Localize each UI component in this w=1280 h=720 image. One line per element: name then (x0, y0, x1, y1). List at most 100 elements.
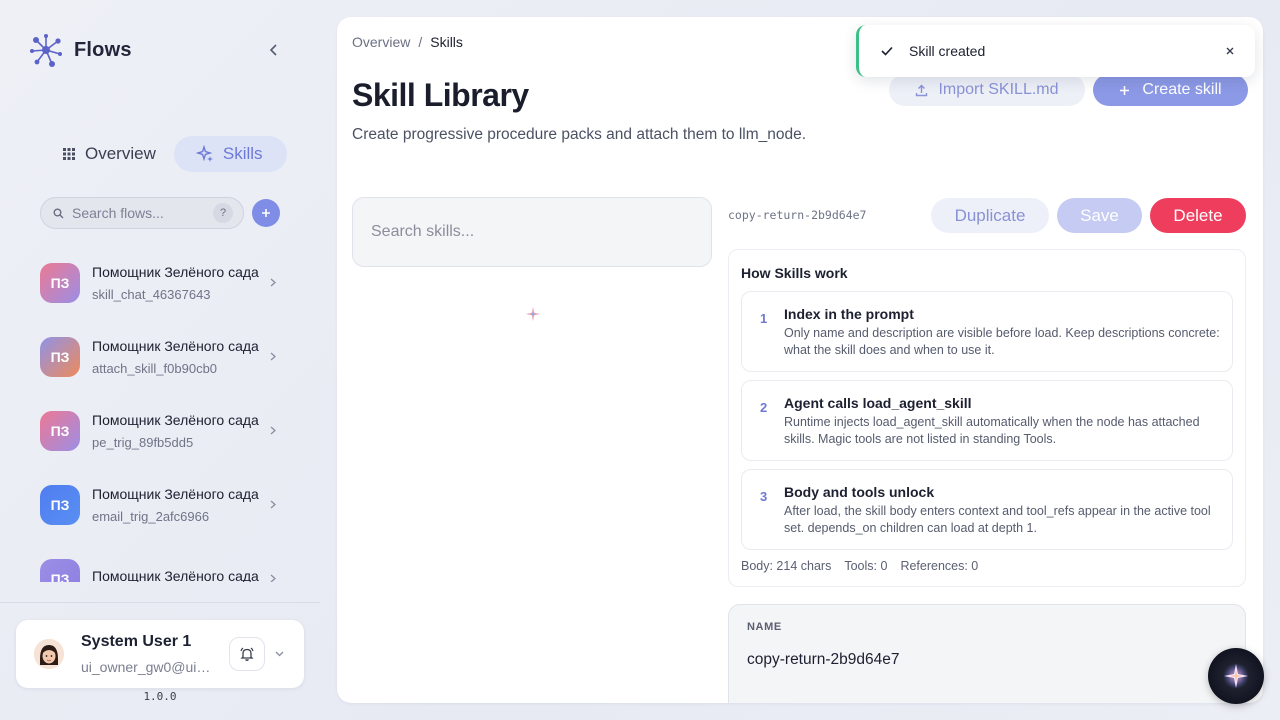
user-avatar-icon (34, 639, 64, 669)
flow-subtitle: pe_trig_89fb5dd5 (92, 435, 194, 450)
chevron-right-icon (270, 498, 276, 512)
step-card: 1 Index in the prompt Only name and desc… (741, 291, 1233, 372)
user-name: System User 1 (81, 633, 192, 650)
flow-title: Помощник Зелёного сада (92, 567, 259, 583)
collapse-sidebar-button[interactable] (264, 40, 284, 60)
nav-segmented-control: Overview Skills (54, 136, 287, 172)
how-skills-title: How Skills work (741, 265, 848, 281)
step-description: After load, the skill body enters contex… (784, 504, 1211, 535)
how-skills-work-card: How Skills work 1 Index in the prompt On… (728, 249, 1246, 587)
search-icon (53, 208, 64, 218)
app-name: Flows (74, 38, 132, 61)
step-number: 3 (760, 489, 768, 504)
brand[interactable]: Flows (28, 32, 132, 68)
chevron-right-icon (270, 424, 276, 438)
flow-subtitle: email_trig_2afc6966 (92, 509, 210, 524)
flow-avatar: ПЗ (40, 559, 80, 582)
step-title: Body and tools unlock (784, 484, 935, 500)
import-skill-button[interactable]: Import SKILL.md (889, 74, 1085, 106)
tab-overview-label: Overview (85, 144, 156, 163)
tab-skills-label: Skills (222, 144, 263, 163)
flow-text: Помощник Зелёного сада email_trig_2afc696… (92, 486, 259, 524)
flow-text: Помощник Зелёного сада attach_skill_f0b90… (92, 338, 259, 376)
delete-button[interactable]: Delete (1150, 198, 1246, 233)
chevron-right-icon (270, 350, 276, 364)
flow-search[interactable]: ? (40, 197, 244, 229)
flow-title: Помощник Зелёного сада (92, 264, 259, 280)
step-title: Index in the prompt (784, 306, 914, 322)
flow-title: Помощник Зелёного сада (92, 338, 259, 354)
name-field-value[interactable]: copy-return-2b9d64e7 (747, 651, 900, 669)
avatar (34, 639, 64, 669)
tab-overview[interactable]: Overview (54, 136, 174, 172)
chevron-right-icon (270, 572, 276, 582)
step-description: Only name and description are visible be… (784, 326, 1220, 357)
bell-icon (240, 647, 254, 661)
skills-search-input[interactable] (371, 223, 693, 241)
breadcrumb: Overview / Skills (352, 34, 463, 50)
toast-notification: Skill created (856, 25, 1255, 77)
flow-title: Помощник Зелёного сада (92, 486, 259, 502)
search-help-icon[interactable]: ? (213, 203, 233, 223)
flow-search-input[interactable] (72, 205, 205, 221)
user-card[interactable]: System User 1 ui_owner_gw0@ui_... (16, 620, 304, 688)
step-title: Agent calls load_agent_skill (784, 395, 972, 411)
toast-close-icon[interactable] (1225, 43, 1235, 60)
flow-avatar: ПЗ (40, 411, 80, 451)
flow-avatar: ПЗ (40, 263, 80, 303)
sidebar-divider (0, 602, 320, 603)
skill-stats: Body: 214 chars Tools: 0 References: 0 (741, 559, 978, 573)
duplicate-button[interactable]: Duplicate (931, 198, 1049, 233)
step-description: Runtime injects load_agent_skill automat… (784, 415, 1200, 446)
flow-search-row: ? (40, 197, 284, 229)
step-card: 2 Agent calls load_agent_skill Runtime i… (741, 380, 1233, 461)
user-menu-chevron-down-icon[interactable] (275, 648, 284, 660)
skills-search[interactable] (352, 197, 712, 267)
add-flow-button[interactable] (252, 199, 280, 227)
check-icon (881, 46, 893, 56)
user-email: ui_owner_gw0@ui_... (81, 659, 213, 675)
name-field[interactable]: NAME copy-return-2b9d64e7 (728, 604, 1246, 703)
user-info: System User 1 ui_owner_gw0@ui_... (81, 633, 213, 675)
create-skill-label: Create skill (1142, 81, 1222, 98)
create-skill-button[interactable]: Create skill (1093, 74, 1248, 106)
page-description: Create progressive procedure packs and a… (352, 126, 807, 143)
sparkles-icon (195, 145, 213, 162)
main-panel: Overview / Skills Skill Library Create p… (337, 17, 1263, 703)
flow-list: ПЗ Помощник Зелёного сада skill_chat_46367… (24, 246, 296, 582)
flow-text: Помощник Зелёного сада (92, 568, 259, 583)
loading-sparkle-icon (526, 307, 540, 321)
stat-body: Body: 214 chars (741, 559, 832, 573)
flow-text: Помощник Зелёного сада skill_chat_4636764… (92, 264, 259, 302)
import-skill-label: Import SKILL.md (938, 81, 1059, 98)
flow-avatar: ПЗ (40, 337, 80, 377)
save-button[interactable]: Save (1057, 198, 1142, 233)
flow-subtitle: skill_chat_46367643 (92, 287, 211, 302)
stat-tools: Tools: 0 (844, 559, 888, 573)
list-item[interactable]: ПЗ Помощник Зелёного сада attach_skill_f0b… (24, 320, 296, 394)
flow-title: Помощник Зелёного сада (92, 412, 259, 428)
breadcrumb-current: Skills (430, 34, 463, 50)
sidebar: Flows Overview Skills ? (0, 0, 320, 720)
list-item[interactable]: ПЗ Помощник Зелёного сада pe_trig_89fb5dd5 (24, 394, 296, 468)
tab-skills[interactable]: Skills (173, 136, 287, 172)
list-item[interactable]: ПЗ Помощник Зелёного сада email_trig_2afc6… (24, 468, 296, 542)
plus-icon (262, 209, 270, 217)
skill-slug: copy-return-2b9d64e7 (728, 208, 867, 222)
flow-avatar: ПЗ (40, 485, 80, 525)
flow-text: Помощник Зелёного сада pe_trig_89fb5dd5 (92, 412, 259, 450)
step-number: 2 (760, 400, 768, 415)
step-card: 3 Body and tools unlock After load, the … (741, 469, 1233, 550)
flows-logo-icon (30, 34, 62, 67)
page-title: Skill Library (352, 77, 529, 113)
breadcrumb-overview[interactable]: Overview (352, 34, 410, 50)
sparkle-icon (1223, 663, 1249, 689)
list-item[interactable]: ПЗ Помощник Зелёного сада (24, 542, 296, 582)
assistant-button[interactable] (1208, 648, 1264, 704)
flow-subtitle: attach_skill_f0b90cb0 (92, 361, 218, 376)
step-number: 1 (760, 311, 768, 326)
app-version: 1.0.0 (143, 690, 177, 703)
stat-references: References: 0 (900, 559, 979, 573)
list-item[interactable]: ПЗ Помощник Зелёного сада skill_chat_46367… (24, 246, 296, 320)
notifications-button[interactable] (229, 637, 265, 671)
